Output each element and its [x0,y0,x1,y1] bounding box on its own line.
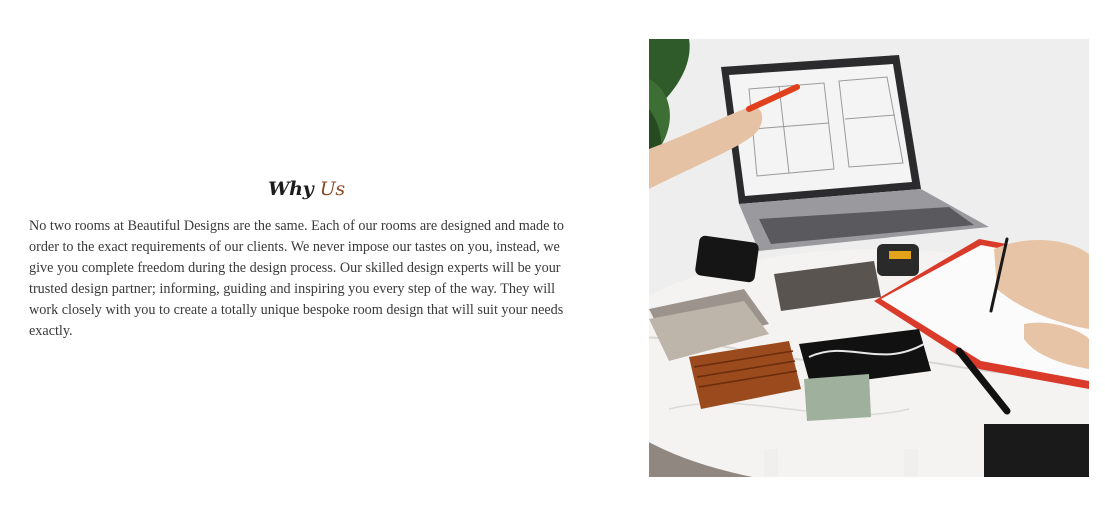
smartphone [695,235,759,283]
why-us-paragraph: No two rooms at Beautiful Designs are th… [29,218,565,339]
chair [984,424,1089,477]
tape-measure [877,244,919,276]
photo-illustration [649,39,1089,477]
design-consultation-photo [649,39,1089,477]
section-heading: Why Us [29,178,584,200]
heading-word-us: Us [319,178,345,200]
heading-word-why: Why [268,178,314,200]
table-leg [764,449,778,477]
why-us-section: Why Us No two rooms at Beautiful Designs… [0,0,1105,526]
why-us-text-column: Why Us No two rooms at Beautiful Designs… [29,178,584,342]
